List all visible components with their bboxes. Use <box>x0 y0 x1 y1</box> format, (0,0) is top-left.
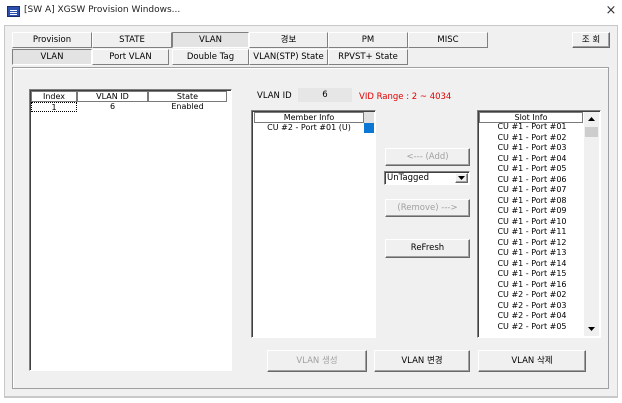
member-item-selection <box>364 123 374 133</box>
scroll-up-icon <box>588 117 595 121</box>
list-item[interactable]: CU #1 - Port #14 <box>481 259 583 270</box>
list-item[interactable]: CU #1 - Port #16 <box>481 280 583 291</box>
subtab-vlan[interactable]: VLAN <box>12 49 92 65</box>
query-button[interactable]: 조 회 <box>572 32 610 48</box>
vid-range-text: VID Range : 2 ~ 4034 <box>359 92 452 102</box>
tag-select-value[interactable]: UnTagged <box>387 172 429 184</box>
vlan-modify-button[interactable]: VLAN 변경 <box>374 350 470 372</box>
vlan-id-label: VLAN ID <box>257 91 292 101</box>
vlan-table[interactable] <box>29 89 232 371</box>
list-item[interactable]: CU #1 - Port #10 <box>481 217 583 228</box>
table-cell-index[interactable]: 1 <box>31 102 77 112</box>
list-item[interactable]: CU #1 - Port #01 <box>481 122 583 133</box>
tab-alarm[interactable]: 경보 <box>249 32 328 48</box>
vlan-create-button[interactable]: VLAN 생성 <box>267 350 367 372</box>
list-item[interactable]: CU #1 - Port #05 <box>481 164 583 175</box>
column-header-vlan-id[interactable]: VLAN ID <box>77 91 148 102</box>
list-item[interactable]: CU #1 - Port #12 <box>481 238 583 249</box>
column-header-index[interactable]: Index <box>31 91 77 102</box>
list-item[interactable]: CU #1 - Port #04 <box>481 154 583 165</box>
table-cell-vlan-id[interactable]: 6 <box>77 102 148 112</box>
window-title: [SW A] XGSW Provision Windows... <box>24 5 181 15</box>
add-button[interactable]: <--- (Add) <box>385 148 470 166</box>
app-icon <box>7 6 20 17</box>
table-cell-state[interactable]: Enabled <box>148 102 227 112</box>
bottom-border <box>4 397 618 398</box>
member-item[interactable]: CU #2 - Port #01 (U) <box>254 123 364 133</box>
list-item[interactable]: CU #1 - Port #06 <box>481 175 583 186</box>
list-item[interactable]: CU #1 - Port #13 <box>481 248 583 259</box>
subtab-rpvst-state[interactable]: RPVST+ State <box>328 49 408 65</box>
subtab-double-tag[interactable]: Double Tag <box>172 49 249 65</box>
member-info-header: Member Info <box>254 112 364 123</box>
tab-pm[interactable]: PM <box>328 32 408 48</box>
list-item[interactable]: CU #1 - Port #15 <box>481 269 583 280</box>
list-item[interactable]: CU #2 - Port #03 <box>481 301 583 312</box>
scroll-up-button[interactable] <box>584 112 599 126</box>
slot-info-scrollbar[interactable] <box>584 112 599 336</box>
slot-info-items: CU #1 - Port #01 CU #1 - Port #02 CU #1 … <box>481 122 583 336</box>
tab-provision[interactable]: Provision <box>12 32 92 48</box>
remove-button[interactable]: (Remove) ---> <box>385 199 470 217</box>
chevron-down-icon <box>458 176 465 180</box>
vlan-delete-button[interactable]: VLAN 삭제 <box>478 350 586 372</box>
list-item[interactable]: CU #1 - Port #02 <box>481 133 583 144</box>
vlan-id-value: 6 <box>298 88 352 102</box>
list-item[interactable]: CU #2 - Port #02 <box>481 290 583 301</box>
tab-misc[interactable]: MISC <box>408 32 488 48</box>
subtab-port-vlan[interactable]: Port VLAN <box>92 49 169 65</box>
list-item[interactable]: CU #1 - Port #08 <box>481 196 583 207</box>
member-info-list[interactable] <box>251 110 376 338</box>
list-item[interactable]: CU #2 - Port #05 <box>481 322 583 333</box>
column-header-state[interactable]: State <box>148 91 227 102</box>
dropdown-button[interactable] <box>455 173 468 183</box>
list-item[interactable]: CU #1 - Port #03 <box>481 143 583 154</box>
scroll-down-icon <box>588 327 595 331</box>
list-item[interactable]: CU #2 - Port #04 <box>481 311 583 322</box>
close-button[interactable]: × <box>603 3 619 19</box>
member-info-header-filler <box>364 112 374 123</box>
list-item[interactable]: CU #1 - Port #11 <box>481 227 583 238</box>
refresh-button[interactable]: ReFresh <box>385 239 470 258</box>
list-item[interactable]: CU #1 - Port #09 <box>481 206 583 217</box>
scroll-thumb[interactable] <box>585 127 598 137</box>
subtab-vlan-stp-state[interactable]: VLAN(STP) State <box>249 49 328 65</box>
list-item[interactable]: CU #1 - Port #07 <box>481 185 583 196</box>
tab-state[interactable]: STATE <box>92 32 172 48</box>
tab-vlan[interactable]: VLAN <box>172 32 249 48</box>
scroll-down-button[interactable] <box>584 322 599 336</box>
